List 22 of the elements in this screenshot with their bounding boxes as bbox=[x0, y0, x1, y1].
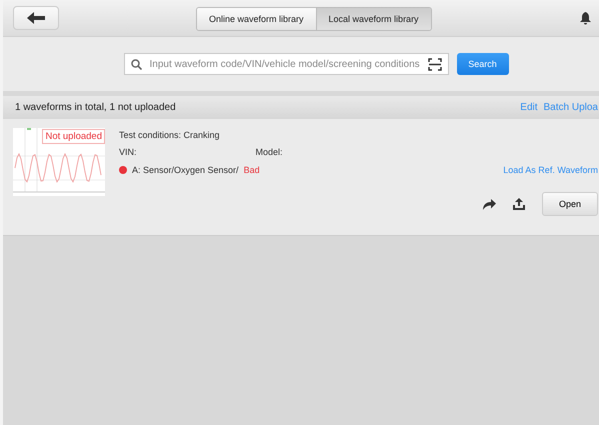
open-button[interactable]: Open bbox=[542, 192, 598, 216]
scan-icon[interactable] bbox=[428, 58, 442, 70]
load-reference-link[interactable]: Load As Ref. Waveform bbox=[503, 165, 598, 175]
back-arrow-icon bbox=[27, 12, 45, 24]
test-conditions: Test conditions: Cranking bbox=[119, 130, 221, 140]
search-field[interactable]: Input waveform code/VIN/vehicle model/screening conditions bbox=[124, 53, 448, 75]
share-icon[interactable] bbox=[483, 198, 496, 210]
action-link[interactable]: Edit bbox=[520, 102, 538, 113]
library-tab[interactable]: Local waveform library bbox=[316, 8, 431, 30]
search-button[interactable]: Search bbox=[456, 53, 508, 75]
bell-icon[interactable] bbox=[580, 12, 591, 25]
action-link[interactable]: Batch Uploa bbox=[544, 102, 598, 113]
waveform-count: 1 waveforms in total, 1 not uploaded bbox=[15, 102, 176, 113]
back-button[interactable] bbox=[13, 6, 59, 30]
model-label: Model: bbox=[256, 147, 283, 157]
upload-status-badge: Not uploaded bbox=[42, 129, 105, 144]
upload-icon[interactable] bbox=[513, 198, 525, 210]
library-tab[interactable]: Online waveform library bbox=[197, 8, 316, 30]
channel-label: A: Sensor/Oxygen Sensor/ bbox=[132, 165, 239, 175]
search-icon bbox=[130, 58, 142, 70]
result-label: Bad bbox=[244, 165, 260, 175]
vin-label: VIN: bbox=[119, 147, 137, 157]
